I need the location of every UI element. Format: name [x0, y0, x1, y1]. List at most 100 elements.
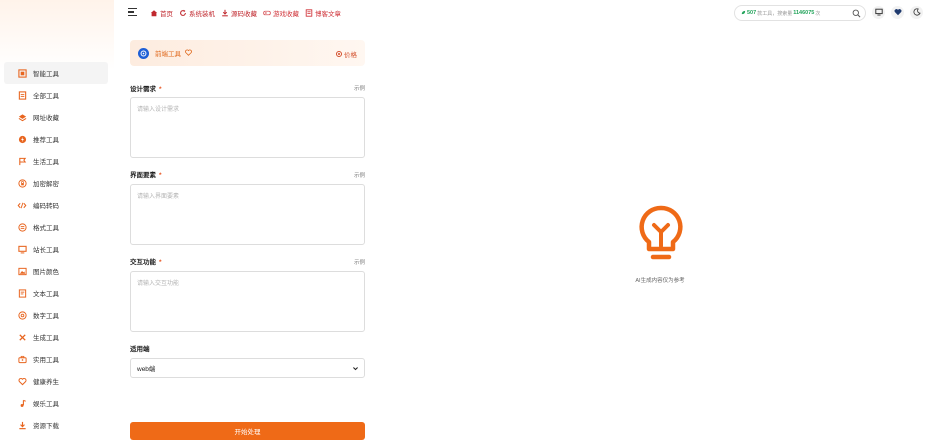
search-suffix: 次: [815, 10, 821, 17]
sidebar-item-recommended[interactable]: 推荐工具: [4, 128, 108, 150]
sidebar-item-label: 智能工具: [33, 71, 59, 78]
ui-elements-input[interactable]: [130, 184, 365, 245]
sidebar-item-label: 健康养生: [33, 379, 59, 386]
chevron-down-icon: [352, 365, 359, 374]
sidebar-item-label: 实用工具: [33, 357, 59, 364]
nav-label: 博客文章: [315, 11, 341, 18]
price-label: 价格: [344, 52, 357, 59]
sidebar-item-label: 全部工具: [33, 93, 59, 100]
sidebar-item-downloads[interactable]: 资源下载: [4, 414, 108, 436]
sidebar-item-label: 资源下载: [33, 423, 59, 430]
required-mark: *: [159, 172, 162, 179]
code-icon: [17, 200, 27, 210]
theme-toggle-button[interactable]: [910, 6, 923, 19]
heart-icon: [894, 8, 902, 18]
tools-icon: [17, 332, 27, 342]
layers-icon: [17, 112, 27, 122]
sidebar-item-label: 格式工具: [33, 225, 59, 232]
interaction-input[interactable]: [130, 271, 365, 332]
heart-outline-icon: [17, 376, 27, 386]
nav-home[interactable]: 首页: [150, 8, 173, 18]
field-label-text: 界面要素: [130, 172, 156, 179]
nav-games[interactable]: 游戏收藏: [263, 8, 299, 18]
field-label-text: 交互功能: [130, 259, 156, 266]
favorite-button[interactable]: [891, 6, 904, 19]
top-nav: 首页 系统装机 源码收藏 游戏收藏 博客文章: [150, 8, 341, 18]
sidebar-item-generate-tools[interactable]: 生成工具: [4, 326, 108, 348]
search-icon[interactable]: [852, 9, 861, 20]
example-link-design[interactable]: 示例: [354, 84, 365, 92]
at-sign-icon: [17, 310, 27, 320]
top-bar: 首页 系统装机 源码收藏 游戏收藏 博客文章 507 款工具，搜索量 11460…: [114, 0, 929, 26]
field-label-text: 设计需求: [130, 86, 156, 93]
sidebar-item-label: 网址收藏: [33, 115, 59, 122]
text-doc-icon: [17, 288, 27, 298]
search-input[interactable]: 507 款工具，搜索量 1146075 次: [734, 5, 866, 21]
sidebar-item-number-tools[interactable]: 数字工具: [4, 304, 108, 326]
sidebar-item-label: 文本工具: [33, 291, 59, 298]
flag-icon: [17, 156, 27, 166]
document-list-icon: [17, 90, 27, 100]
platform-select[interactable]: web端: [130, 358, 365, 378]
field-label-elements: 界面要素 *: [130, 169, 162, 179]
sidebar-item-label: 生活工具: [33, 159, 59, 166]
monitor-icon: [874, 8, 883, 18]
required-mark: *: [159, 86, 162, 93]
sidebar-item-entertainment[interactable]: 娱乐工具: [4, 392, 108, 414]
search-leaf-icon: [741, 10, 746, 17]
nav-blog[interactable]: 博客文章: [305, 8, 341, 18]
sidebar: 智能工具 全部工具 网址收藏 推荐工具 生活工具 加密解密 编码转码 格式工具: [0, 0, 114, 442]
sidebar-item-smart-tools[interactable]: 智能工具: [4, 62, 108, 84]
nav-label: 系统装机: [189, 11, 215, 18]
price-tag[interactable]: 价格: [336, 49, 357, 59]
menu-toggle-icon[interactable]: [128, 8, 137, 17]
image-icon: [17, 266, 27, 276]
sidebar-item-life-tools[interactable]: 生活工具: [4, 150, 108, 172]
refresh-icon: [179, 9, 187, 17]
grid-box-icon: [17, 68, 27, 78]
sidebar-item-practical-tools[interactable]: 实用工具: [4, 348, 108, 370]
bolt-circle-icon: [17, 134, 27, 144]
format-circle-icon: [17, 222, 27, 232]
monitor-icon: [17, 244, 27, 254]
field-label-platform: 适用端: [130, 346, 150, 353]
search-count: 1146075: [793, 10, 815, 16]
sidebar-item-encryption[interactable]: 加密解密: [4, 172, 108, 194]
sidebar-item-label: 数字工具: [33, 313, 59, 320]
start-processing-button[interactable]: 开始处理: [130, 422, 365, 440]
sidebar-item-image-color[interactable]: 图片颜色: [4, 260, 108, 282]
sidebar-item-bookmarks[interactable]: 网址收藏: [4, 106, 108, 128]
lock-circle-icon: [17, 178, 27, 188]
moon-icon: [913, 7, 921, 18]
sidebar-item-text-tools[interactable]: 文本工具: [4, 282, 108, 304]
sidebar-item-label: 站长工具: [33, 247, 59, 254]
favorite-heart-icon[interactable]: [185, 49, 192, 58]
example-link-elements[interactable]: 示例: [354, 171, 365, 179]
lightbulb-icon: [636, 204, 686, 264]
sidebar-item-label: 图片颜色: [33, 269, 59, 276]
gamepad-icon: [263, 9, 271, 17]
tools-text: 款工具，搜索量: [757, 10, 793, 17]
article-icon: [305, 9, 313, 17]
design-requirement-input[interactable]: [130, 97, 365, 158]
nav-label: 游戏收藏: [273, 11, 299, 18]
tool-form: 前端工具 价格 设计需求* 示例 界面要素* 示例 交互功能* 示例 适用端 w…: [130, 40, 365, 440]
result-hint: AI生成内容仅为参考: [635, 278, 685, 284]
sidebar-item-health[interactable]: 健康养生: [4, 370, 108, 392]
home-icon: [150, 9, 158, 17]
tool-count: 507: [747, 10, 757, 16]
sidebar-item-label: 加密解密: [33, 181, 59, 188]
nav-label: 源码收藏: [231, 11, 257, 18]
sidebar-item-encoding[interactable]: 编码转码: [4, 194, 108, 216]
nav-source-code[interactable]: 源码收藏: [221, 8, 257, 18]
download-icon: [17, 420, 27, 430]
sidebar-item-label: 娱乐工具: [33, 401, 59, 408]
sidebar-item-format-tools[interactable]: 格式工具: [4, 216, 108, 238]
price-radio-icon: [336, 51, 342, 57]
example-link-interaction[interactable]: 示例: [354, 258, 365, 266]
sidebar-item-all-tools[interactable]: 全部工具: [4, 84, 108, 106]
desktop-button[interactable]: [872, 6, 885, 19]
download-icon: [221, 9, 229, 17]
nav-system-install[interactable]: 系统装机: [179, 8, 215, 18]
sidebar-item-webmaster[interactable]: 站长工具: [4, 238, 108, 260]
